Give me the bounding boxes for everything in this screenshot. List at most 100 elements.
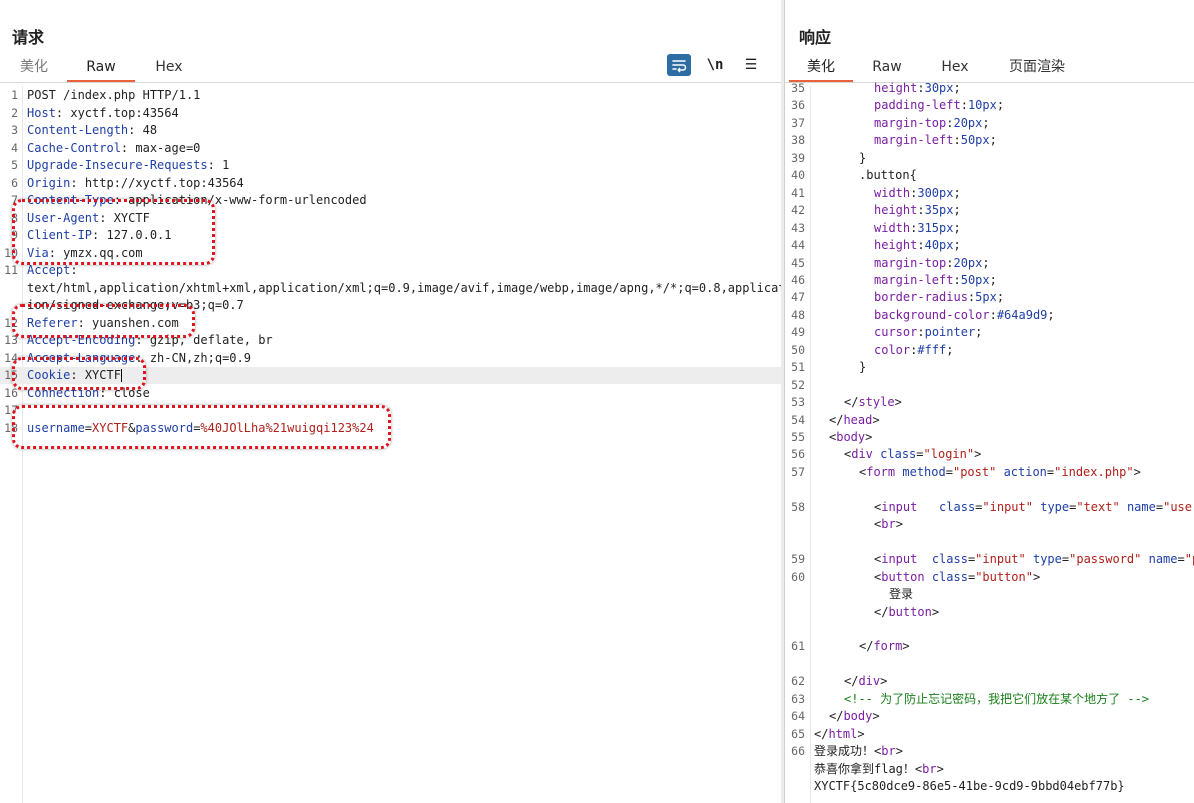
request-code-line: 6 Origin: http://xyctf.top:43564 bbox=[0, 175, 781, 192]
css-value: 300px bbox=[917, 185, 954, 200]
response-tab-render[interactable]: 页面渲染 bbox=[1001, 56, 1073, 80]
response-code-line: 58 <input class="input" type="text" name=… bbox=[785, 499, 1194, 516]
attribute-value: "text" bbox=[1076, 499, 1120, 514]
line-text: ion/signed-exchange;v=b3;q=0.7 bbox=[27, 298, 244, 312]
line-number: 46 bbox=[791, 272, 805, 287]
plain-text: 登录成功！ bbox=[814, 744, 875, 759]
css-semicolon: ; bbox=[989, 133, 997, 148]
line-text: XYCTF{5c80dce9-86e5-41be-9cd9-9bbd04ebf7… bbox=[814, 779, 1125, 793]
line-number: 58 bbox=[791, 499, 805, 514]
code-text: = bbox=[916, 447, 924, 462]
code-text: = bbox=[1177, 552, 1185, 567]
response-tab-hex[interactable]: Hex bbox=[933, 56, 977, 80]
line-number: 64 bbox=[791, 709, 805, 724]
response-code-line: 43 width:315px; bbox=[785, 220, 1194, 237]
tag-bracket: </ bbox=[829, 709, 844, 724]
css-value: 50px bbox=[960, 272, 990, 287]
line-text: Content-Length: 48 bbox=[27, 122, 157, 139]
response-code-line: 60 <button class="button"> bbox=[785, 569, 1194, 586]
response-code-line: 恭喜你拿到flag！<br> bbox=[785, 761, 1194, 778]
line-text: cursor:pointer; bbox=[814, 324, 982, 341]
tag-name: button bbox=[888, 604, 932, 619]
css-value: 50px bbox=[960, 133, 990, 148]
menu-icon[interactable]: ☰ bbox=[739, 54, 763, 76]
line-text: </body> bbox=[814, 708, 880, 725]
response-code-line: 50 color:#fff; bbox=[785, 342, 1194, 359]
tag-bracket: > bbox=[865, 430, 873, 444]
css-value: 20px bbox=[953, 255, 983, 270]
line-text: margin-top:20px; bbox=[814, 115, 990, 132]
response-editor[interactable]: 35 height:30px; 36 padding-left:10px; 37 marg… bbox=[785, 81, 1194, 803]
css-property: margin-left bbox=[874, 133, 954, 148]
response-code-line: 46 margin-left:50px; bbox=[785, 272, 1194, 289]
response-tab-raw[interactable]: Raw bbox=[865, 56, 909, 80]
tag-bracket: > bbox=[880, 674, 888, 689]
css-semicolon: ; bbox=[953, 185, 961, 200]
css-property: padding-left bbox=[874, 98, 961, 113]
header-separator: : bbox=[70, 263, 85, 277]
request-tab-raw[interactable]: Raw bbox=[67, 56, 135, 82]
attribute-name: type bbox=[1032, 552, 1062, 567]
header-name: Cache-Control bbox=[27, 140, 121, 155]
header-name: User-Agent bbox=[27, 210, 100, 225]
newline-toggle-icon[interactable]: \n bbox=[703, 54, 727, 76]
css-semicolon: ; bbox=[953, 238, 961, 253]
line-number: 4 bbox=[11, 140, 18, 155]
request-tab-hex[interactable]: Hex bbox=[146, 56, 192, 80]
line-text: border-radius:5px; bbox=[814, 289, 1004, 306]
line-text: width:300px; bbox=[814, 185, 961, 202]
header-separator: : bbox=[48, 245, 64, 260]
html-comment: <!-- 为了防止忘记密码，我把它们放在某个地方了 --> bbox=[844, 691, 1150, 706]
request-code-line: 12 Referer: yuanshen.com bbox=[0, 315, 781, 332]
line-number: 66 bbox=[791, 744, 805, 759]
tag-bracket: </ bbox=[844, 395, 859, 410]
header-name: Content-Type bbox=[27, 193, 114, 207]
tag-bracket: > bbox=[931, 604, 940, 619]
param-value: XYCTF bbox=[92, 420, 129, 435]
header-separator: : bbox=[77, 315, 93, 330]
line-text: <input class="input" type="password" nam… bbox=[814, 551, 1194, 568]
wrap-lines-icon[interactable] bbox=[667, 54, 691, 76]
line-number: 51 bbox=[791, 360, 805, 375]
tag-name: button bbox=[881, 569, 925, 584]
line-text: Content-Type: application/x-www-form-url… bbox=[27, 192, 367, 209]
line-number: 15 bbox=[4, 368, 18, 382]
css-property: height bbox=[874, 238, 918, 253]
css-property: border-radius bbox=[874, 290, 968, 305]
response-code-line: <br> bbox=[785, 516, 1194, 533]
request-tab-pretty[interactable]: 美化 bbox=[12, 56, 56, 80]
tag-name: head bbox=[843, 412, 873, 427]
tag-bracket: > bbox=[857, 726, 865, 741]
line-text: Accept: bbox=[27, 262, 85, 279]
header-value: yuanshen.com bbox=[92, 315, 179, 330]
response-code-line: 45 margin-top:20px; bbox=[785, 255, 1194, 272]
line-text: margin-left:50px; bbox=[814, 132, 997, 149]
line-text: <div class="login"> bbox=[814, 446, 981, 463]
css-colon: : bbox=[917, 81, 925, 95]
response-code-line: 47 border-radius:5px; bbox=[785, 289, 1194, 306]
request-code-line: 8 User-Agent: XYCTF bbox=[0, 210, 781, 227]
response-code-line: 51} bbox=[785, 359, 1194, 376]
line-text: Accept-Language: zh-CN,zh;q=0.9 bbox=[27, 350, 251, 367]
request-code-line: 9 Client-IP: 127.0.0.1 bbox=[0, 227, 781, 244]
line-number: 45 bbox=[791, 255, 805, 270]
css-value: 30px bbox=[924, 81, 954, 95]
header-name: Accept-Encoding bbox=[27, 333, 136, 347]
request-code-line: 16 Connection: close bbox=[0, 385, 781, 402]
response-code-line: 41 width:300px; bbox=[785, 185, 1194, 202]
tag-bracket: </ bbox=[859, 639, 874, 654]
request-code-line: 18 username=XYCTF&password=%40JOlLha%21wu… bbox=[0, 420, 781, 437]
request-editor[interactable]: 1 POST /index.php HTTP/1.1 2 Host: xyctf.to… bbox=[0, 86, 781, 803]
response-tab-pretty[interactable]: 美化 bbox=[789, 56, 853, 82]
response-code-line: 55 <body> bbox=[785, 429, 1194, 446]
css-colon: : bbox=[989, 307, 997, 322]
attribute-value: "input" bbox=[982, 499, 1033, 514]
line-number: 61 bbox=[791, 639, 805, 654]
css-semicolon: ; bbox=[996, 98, 1005, 113]
line-text: Cache-Control: max-age=0 bbox=[27, 140, 200, 157]
request-code-line: 14 Accept-Language: zh-CN,zh;q=0.9 bbox=[0, 350, 781, 367]
attribute-name: type bbox=[1040, 499, 1070, 514]
css-semicolon: ; bbox=[982, 255, 990, 270]
